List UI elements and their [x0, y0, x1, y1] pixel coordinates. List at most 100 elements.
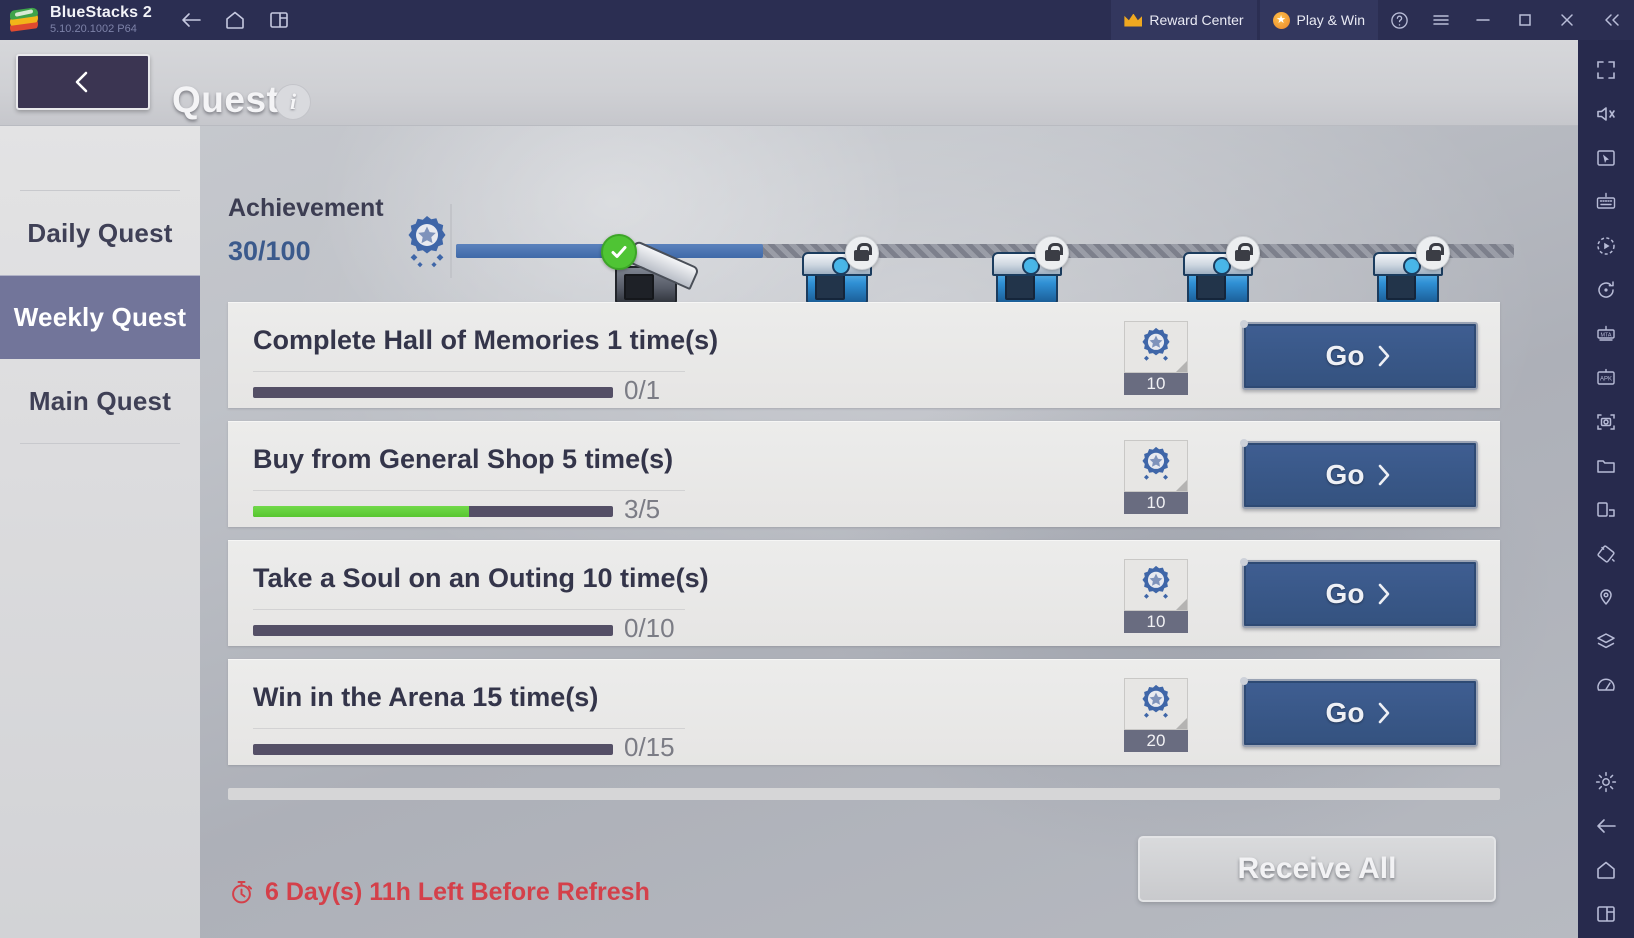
quest-progress-text: 0/10: [624, 613, 675, 643]
keyboard-controls-icon[interactable]: [1586, 182, 1626, 222]
fullscreen-icon[interactable]: [1586, 50, 1626, 90]
maximize-icon[interactable]: [1504, 0, 1546, 40]
go-button[interactable]: Go: [1240, 320, 1478, 390]
app-identity: BlueStacks 2 5.10.20.1002 P64: [50, 3, 153, 35]
go-button-label: Go: [1325, 340, 1365, 371]
star-badge-icon: ★: [1272, 11, 1290, 29]
back-button[interactable]: [16, 54, 150, 110]
quest-type-sidebar: Daily Quest Weekly Quest Main Quest: [0, 126, 200, 938]
row-divider: [253, 371, 685, 372]
quest-list-scrollbar[interactable]: [228, 788, 1500, 800]
titlebar-right-group: Reward Center ★ Play & Win: [1111, 0, 1634, 40]
achievement-label: Achievement: [228, 194, 384, 222]
quest-progress-bar: [253, 744, 613, 755]
back-arrow-icon[interactable]: [178, 7, 204, 33]
android-home-icon[interactable]: [1586, 850, 1626, 890]
reward-center-button[interactable]: Reward Center: [1111, 0, 1257, 40]
menu-icon[interactable]: [1420, 0, 1462, 40]
svg-text:APK: APK: [1600, 377, 1612, 383]
achievement-medal-icon: [1124, 321, 1188, 373]
reward-chest-locked-icon: [988, 236, 1070, 306]
quest-reward-count: 10: [1124, 373, 1188, 395]
play-and-win-label: Play & Win: [1296, 12, 1365, 28]
tab-daily-quest[interactable]: Daily Quest: [0, 191, 200, 275]
lock-icon: [844, 236, 879, 270]
quest-name: Win in the Arena 15 time(s): [253, 682, 599, 712]
play-and-win-button[interactable]: ★ Play & Win: [1259, 0, 1378, 40]
bluestacks-side-toolbar: MTA APK: [1578, 40, 1634, 938]
mute-icon[interactable]: [1586, 94, 1626, 134]
screenshot-icon[interactable]: [1586, 402, 1626, 442]
go-button-label: Go: [1325, 578, 1365, 609]
bluestacks-window: BlueStacks 2 5.10.20.1002 P64 Reward Cen…: [0, 0, 1634, 938]
multi-instance-sync-icon[interactable]: [1586, 490, 1626, 530]
multi-instance-icon[interactable]: [266, 7, 292, 33]
media-folder-icon[interactable]: [1586, 446, 1626, 486]
button-stud: [1240, 320, 1248, 328]
achievement-progress-section: Achievement 30/100: [228, 186, 1518, 340]
minimize-icon[interactable]: [1462, 0, 1504, 40]
window-title-bar: BlueStacks 2 5.10.20.1002 P64 Reward Cen…: [0, 0, 1634, 40]
table-row[interactable]: Buy from General Shop 5 time(s) 3/5 10 G…: [228, 421, 1500, 527]
go-button-label: Go: [1325, 697, 1365, 728]
go-button[interactable]: Go: [1240, 677, 1478, 747]
page-title: Quest: [172, 79, 280, 120]
achievement-medal-icon: [1124, 440, 1188, 492]
row-divider: [253, 490, 685, 491]
table-row[interactable]: Win in the Arena 15 time(s) 0/15 20 Go: [228, 659, 1500, 765]
button-stud: [1240, 558, 1248, 566]
android-back-icon[interactable]: [1586, 806, 1626, 846]
quest-reward-badge: 10: [1124, 559, 1188, 633]
go-button-label: Go: [1325, 459, 1365, 490]
receive-all-button[interactable]: Receive All: [1138, 836, 1496, 902]
help-icon[interactable]: [1378, 0, 1420, 40]
crown-icon: [1124, 14, 1142, 27]
reward-chest-locked-icon: [798, 236, 879, 306]
tab-weekly-quest[interactable]: Weekly Quest: [0, 275, 200, 359]
table-row[interactable]: Take a Soul on an Outing 10 time(s) 0/10: [228, 540, 1500, 646]
chevron-right-icon: [1379, 464, 1390, 486]
reward-center-label: Reward Center: [1149, 12, 1244, 28]
settings-gear-icon[interactable]: [1586, 762, 1626, 802]
quest-reward-count: 10: [1124, 492, 1188, 514]
refresh-timer-text: 6 Day(s) 11h Left Before Refresh: [265, 878, 650, 906]
close-icon[interactable]: [1546, 0, 1588, 40]
achievement-count: 30/100: [228, 236, 311, 266]
tilt-icon[interactable]: [1586, 534, 1626, 574]
location-icon[interactable]: [1586, 578, 1626, 618]
lock-icon: [1225, 236, 1260, 270]
performance-meter-icon[interactable]: [1586, 666, 1626, 706]
rotate-icon[interactable]: [1586, 270, 1626, 310]
home-icon[interactable]: [222, 7, 248, 33]
quest-progress-bar: [253, 506, 613, 517]
layers-icon[interactable]: [1586, 622, 1626, 662]
go-button[interactable]: Go: [1240, 558, 1478, 628]
collapse-icon[interactable]: [1588, 0, 1634, 40]
quest-progress-text: 3/5: [624, 494, 661, 524]
lock-icon: [1035, 236, 1070, 270]
macro-play-icon[interactable]: [1586, 226, 1626, 266]
tab-main-quest[interactable]: Main Quest: [0, 359, 200, 443]
game-controls-icon[interactable]: MTA: [1586, 314, 1626, 354]
go-button[interactable]: Go: [1240, 439, 1478, 509]
info-icon[interactable]: i: [275, 84, 311, 120]
window-nav-buttons: [178, 7, 292, 33]
android-recents-icon[interactable]: [1586, 894, 1626, 934]
quest-reward-badge: 20: [1124, 678, 1188, 752]
achievement-medal-icon: [1124, 678, 1188, 730]
achievement-separator: [450, 204, 452, 278]
quest-name: Take a Soul on an Outing 10 time(s): [253, 563, 709, 593]
achievement-medal-icon: [1124, 559, 1188, 611]
chevron-right-icon: [1379, 702, 1390, 724]
apk-install-icon[interactable]: APK: [1586, 358, 1626, 398]
quest-reward-count: 10: [1124, 611, 1188, 633]
row-divider: [253, 728, 685, 729]
quest-progress-text: 0/15: [624, 732, 675, 762]
tab-main-quest-label: Main Quest: [28, 385, 172, 416]
cursor-icon[interactable]: [1586, 138, 1626, 178]
game-viewport: Quest i Daily Quest Weekly Quest Main Qu…: [0, 40, 1578, 938]
app-name: BlueStacks 2: [50, 3, 153, 21]
quest-reward-badge: 10: [1124, 321, 1188, 395]
chevron-right-icon: [1379, 583, 1390, 605]
table-row[interactable]: Complete Hall of Memories 1 time(s) 0/1: [228, 302, 1500, 408]
